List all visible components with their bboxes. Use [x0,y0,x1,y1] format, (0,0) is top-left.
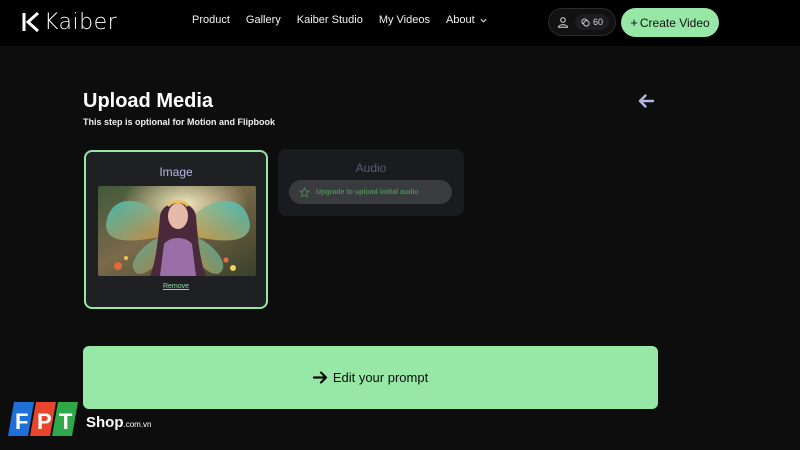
image-card-label: Image [159,165,193,179]
page-subtitle: This step is optional for Motion and Fli… [83,117,275,127]
edit-prompt-button[interactable]: Edit your prompt [83,346,658,409]
kaiber-logo-icon [22,12,40,32]
remove-image-link[interactable]: Remove [86,283,266,290]
svg-text:F: F [15,409,28,434]
watermark-shop-text: Shop.com.vn [86,414,152,431]
nav-links: Product Gallery Kaiber Studio My Videos … [192,14,488,26]
back-arrow-icon[interactable] [637,92,655,110]
watermark-shop: Shop [86,414,124,431]
svg-text:P: P [37,409,52,434]
chevron-down-icon [480,18,487,23]
create-video-label: Create Video [639,15,710,30]
nav-link-my-videos[interactable]: My Videos [379,14,430,26]
coins-icon [581,17,590,27]
image-upload-card[interactable]: Image Remove [84,150,268,309]
audio-upload-card: Audio Upgrade to upload initial audio [278,149,464,216]
svg-text:T: T [59,409,73,434]
star-icon [299,186,310,198]
credits-badge: 60 [575,14,610,30]
nav-link-product[interactable]: Product [192,14,230,26]
arrow-right-icon [312,371,327,384]
nav-link-about[interactable]: About [446,14,488,26]
upgrade-audio-button[interactable]: Upgrade to upload initial audio [289,180,452,204]
create-video-button[interactable]: + Create Video [621,8,719,37]
watermark-domain: .com.vn [123,420,152,429]
page-title: Upload Media [83,90,214,112]
user-icon [557,17,569,28]
audio-card-label: Audio [355,161,387,175]
nav-link-kaiber-studio[interactable]: Kaiber Studio [297,14,363,26]
plus-icon: + [630,15,638,30]
uploaded-image-thumbnail [98,186,256,276]
top-navbar: Kaiber Product Gallery Kaiber Studio My … [0,0,800,46]
logo-text: Kaiber [44,9,118,35]
account-credits-pill[interactable]: 60 [548,8,616,36]
nav-link-gallery[interactable]: Gallery [246,14,281,26]
credits-count: 60 [593,17,604,27]
edit-prompt-label: Edit your prompt [332,370,429,385]
page: Kaiber Product Gallery Kaiber Studio My … [0,0,800,450]
upgrade-audio-label: Upgrade to upload initial audio [316,188,419,196]
about-label: About [445,14,475,26]
kaiber-logo[interactable]: Kaiber [22,9,118,35]
